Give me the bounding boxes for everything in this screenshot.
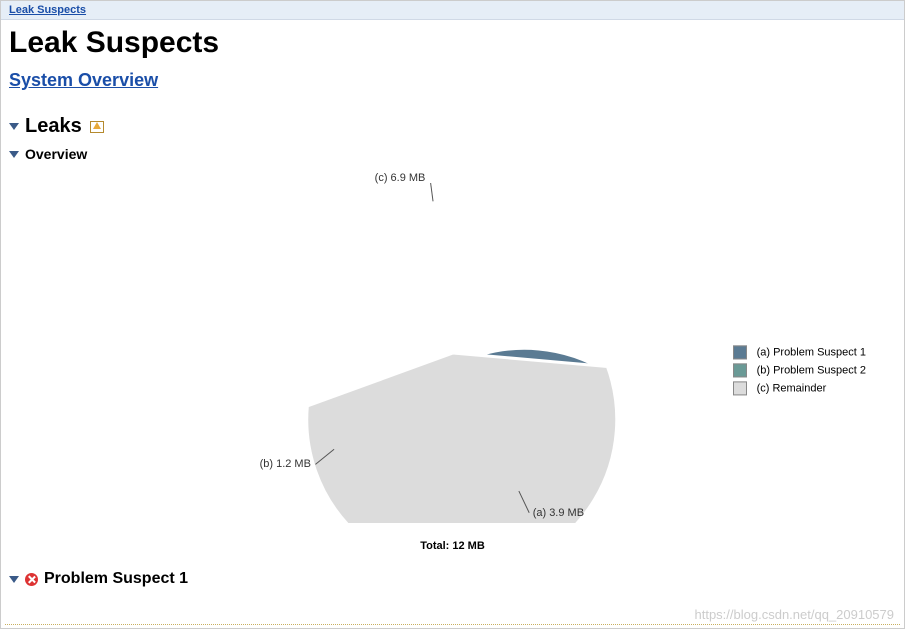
collapse-icon[interactable] (9, 123, 19, 130)
collapse-icon[interactable] (9, 576, 19, 583)
error-icon (25, 573, 38, 586)
pie-label-a: (a) 3.9 MB (533, 507, 584, 519)
breadcrumb-bar: Leak Suspects (1, 1, 904, 20)
section-title-overview: Overview (25, 146, 87, 162)
divider (5, 624, 900, 625)
legend-item: (b) Problem Suspect 2 (733, 363, 866, 377)
pie-label-c: (c) 6.9 MB (375, 172, 426, 184)
section-problem-1: Problem Suspect 1 (9, 570, 896, 588)
legend-label: (a) Problem Suspect 1 (757, 346, 866, 358)
legend-swatch (733, 363, 747, 377)
legend-item: (a) Problem Suspect 1 (733, 345, 866, 359)
chart-total: Total: 12 MB (9, 540, 896, 552)
watermark: https://blog.csdn.net/qq_20910579 (695, 607, 895, 622)
legend-label: (b) Problem Suspect 2 (757, 364, 866, 376)
pie-label-b: (b) 1.2 MB (260, 458, 311, 470)
legend-swatch (733, 381, 747, 395)
legend-label: (c) Remainder (757, 382, 827, 394)
legend-swatch (733, 345, 747, 359)
system-overview-link[interactable]: System Overview (9, 70, 158, 91)
pie-svg (283, 183, 623, 523)
section-title-leaks: Leaks (25, 115, 82, 138)
collapse-icon[interactable] (9, 151, 19, 158)
section-overview: Overview (9, 146, 896, 162)
legend-item: (c) Remainder (733, 381, 866, 395)
chart-area: (a) 3.9 MB (b) 1.2 MB (c) 6.9 MB (a) Pro… (9, 168, 896, 538)
section-leaks: Leaks (9, 115, 896, 138)
app-frame: Leak Suspects Leak Suspects System Overv… (0, 0, 905, 629)
section-title-problem-1: Problem Suspect 1 (44, 570, 188, 588)
breadcrumb-link[interactable]: Leak Suspects (9, 4, 86, 16)
page-title: Leak Suspects (9, 26, 896, 60)
pie-chart: (a) 3.9 MB (b) 1.2 MB (c) 6.9 MB (283, 183, 623, 523)
warning-icon (90, 121, 104, 133)
legend: (a) Problem Suspect 1 (b) Problem Suspec… (733, 341, 866, 399)
content: Leak Suspects System Overview Leaks Over… (1, 20, 904, 602)
